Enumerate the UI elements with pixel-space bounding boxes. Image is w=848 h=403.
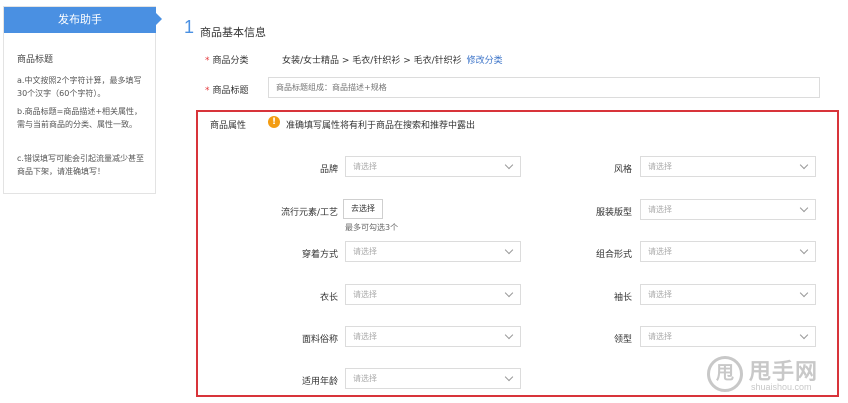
watermark-url: shuaishou.com [751,382,812,392]
category-label: * 商品分类 [205,56,249,66]
age-label: 适用年龄 [301,377,338,387]
category-path: 女装/女士精品 > 毛衣/针织衫 > 毛衣/针织衫 修改分类 [282,53,503,66]
brand-select-value: 请选择 [353,162,377,171]
length-label: 衣长 [319,293,338,303]
combo-label: 组合形式 [595,250,632,260]
fit-select-value: 请选择 [648,205,672,214]
fabric-label: 面料俗称 [301,335,338,345]
trend-label: 流行元素/工艺 [280,208,338,218]
edit-category-link[interactable]: 修改分类 [467,56,503,66]
attributes-label: 商品属性 [210,121,247,131]
brand-label: 品牌 [319,165,338,175]
combo-select[interactable]: 请选择 [640,241,816,262]
chevron-down-icon [799,245,809,255]
chevron-down-icon [504,245,514,255]
collar-select-value: 请选择 [648,332,672,341]
help-tip-c: c.错误填写可能会引起流量减少甚至商品下架，请准确填写！ [17,154,144,176]
chevron-down-icon [799,160,809,170]
fabric-select[interactable]: 请选择 [345,326,521,347]
age-select[interactable]: 请选择 [345,368,521,389]
age-select-value: 请选择 [353,374,377,383]
wear-select[interactable]: 请选择 [345,241,521,262]
chevron-down-icon [504,160,514,170]
product-title-input[interactable] [268,77,820,98]
chevron-down-icon [799,288,809,298]
section-title: 商品基本信息 [200,26,266,39]
chevron-down-icon [504,288,514,298]
length-select[interactable]: 请选择 [345,284,521,305]
sleeve-select-value: 请选择 [648,290,672,299]
choose-trend-button[interactable]: 去选择 [343,199,383,219]
chevron-down-icon [799,330,809,340]
watermark-logo: 甩 甩手网 shuaishou.com [705,350,845,400]
publish-assistant-panel: 发布助手 商品标题 a.中文按照2个字符计算，最多填写30个汉字（60个字符）。… [3,6,156,194]
fit-select[interactable]: 请选择 [640,199,816,220]
title-label: * 商品标题 [205,86,249,96]
brand-select[interactable]: 请选择 [345,156,521,177]
attributes-warning: 准确填写属性将有利于商品在搜索和推荐中露出 [286,121,476,131]
sleeve-label: 袖长 [613,293,632,303]
collar-label: 领型 [613,335,632,345]
help-heading: 商品标题 [17,55,54,65]
collar-select[interactable]: 请选择 [640,326,816,347]
sleeve-select[interactable]: 请选择 [640,284,816,305]
wear-select-value: 请选择 [353,247,377,256]
style-select[interactable]: 请选择 [640,156,816,177]
combo-select-value: 请选择 [648,247,672,256]
style-select-value: 请选择 [648,162,672,171]
chevron-down-icon [504,372,514,382]
category-path-text: 女装/女士精品 > 毛衣/针织衫 > 毛衣/针织衫 [282,56,462,66]
choose-hint: 最多可勾选3个 [345,223,399,232]
wear-label: 穿着方式 [301,250,338,260]
publish-assistant-tab[interactable]: 发布助手 [4,7,156,33]
help-tip-a: a.中文按照2个字符计算，最多填写30个汉字（60个字符）。 [17,76,142,98]
style-label: 风格 [613,165,632,175]
length-select-value: 请选择 [353,290,377,299]
chevron-down-icon [504,330,514,340]
help-tip-b: b.商品标题=商品描述+相关属性，需与当前商品的分类、属性一致。 [17,107,143,129]
fit-label: 服装版型 [595,208,632,218]
warning-icon: ! [268,116,280,128]
fabric-select-value: 请选择 [353,332,377,341]
tab-arrow-icon [155,12,162,26]
chevron-down-icon [799,203,809,213]
section-number: 1 [184,17,195,37]
watermark-icon: 甩 [707,356,743,392]
